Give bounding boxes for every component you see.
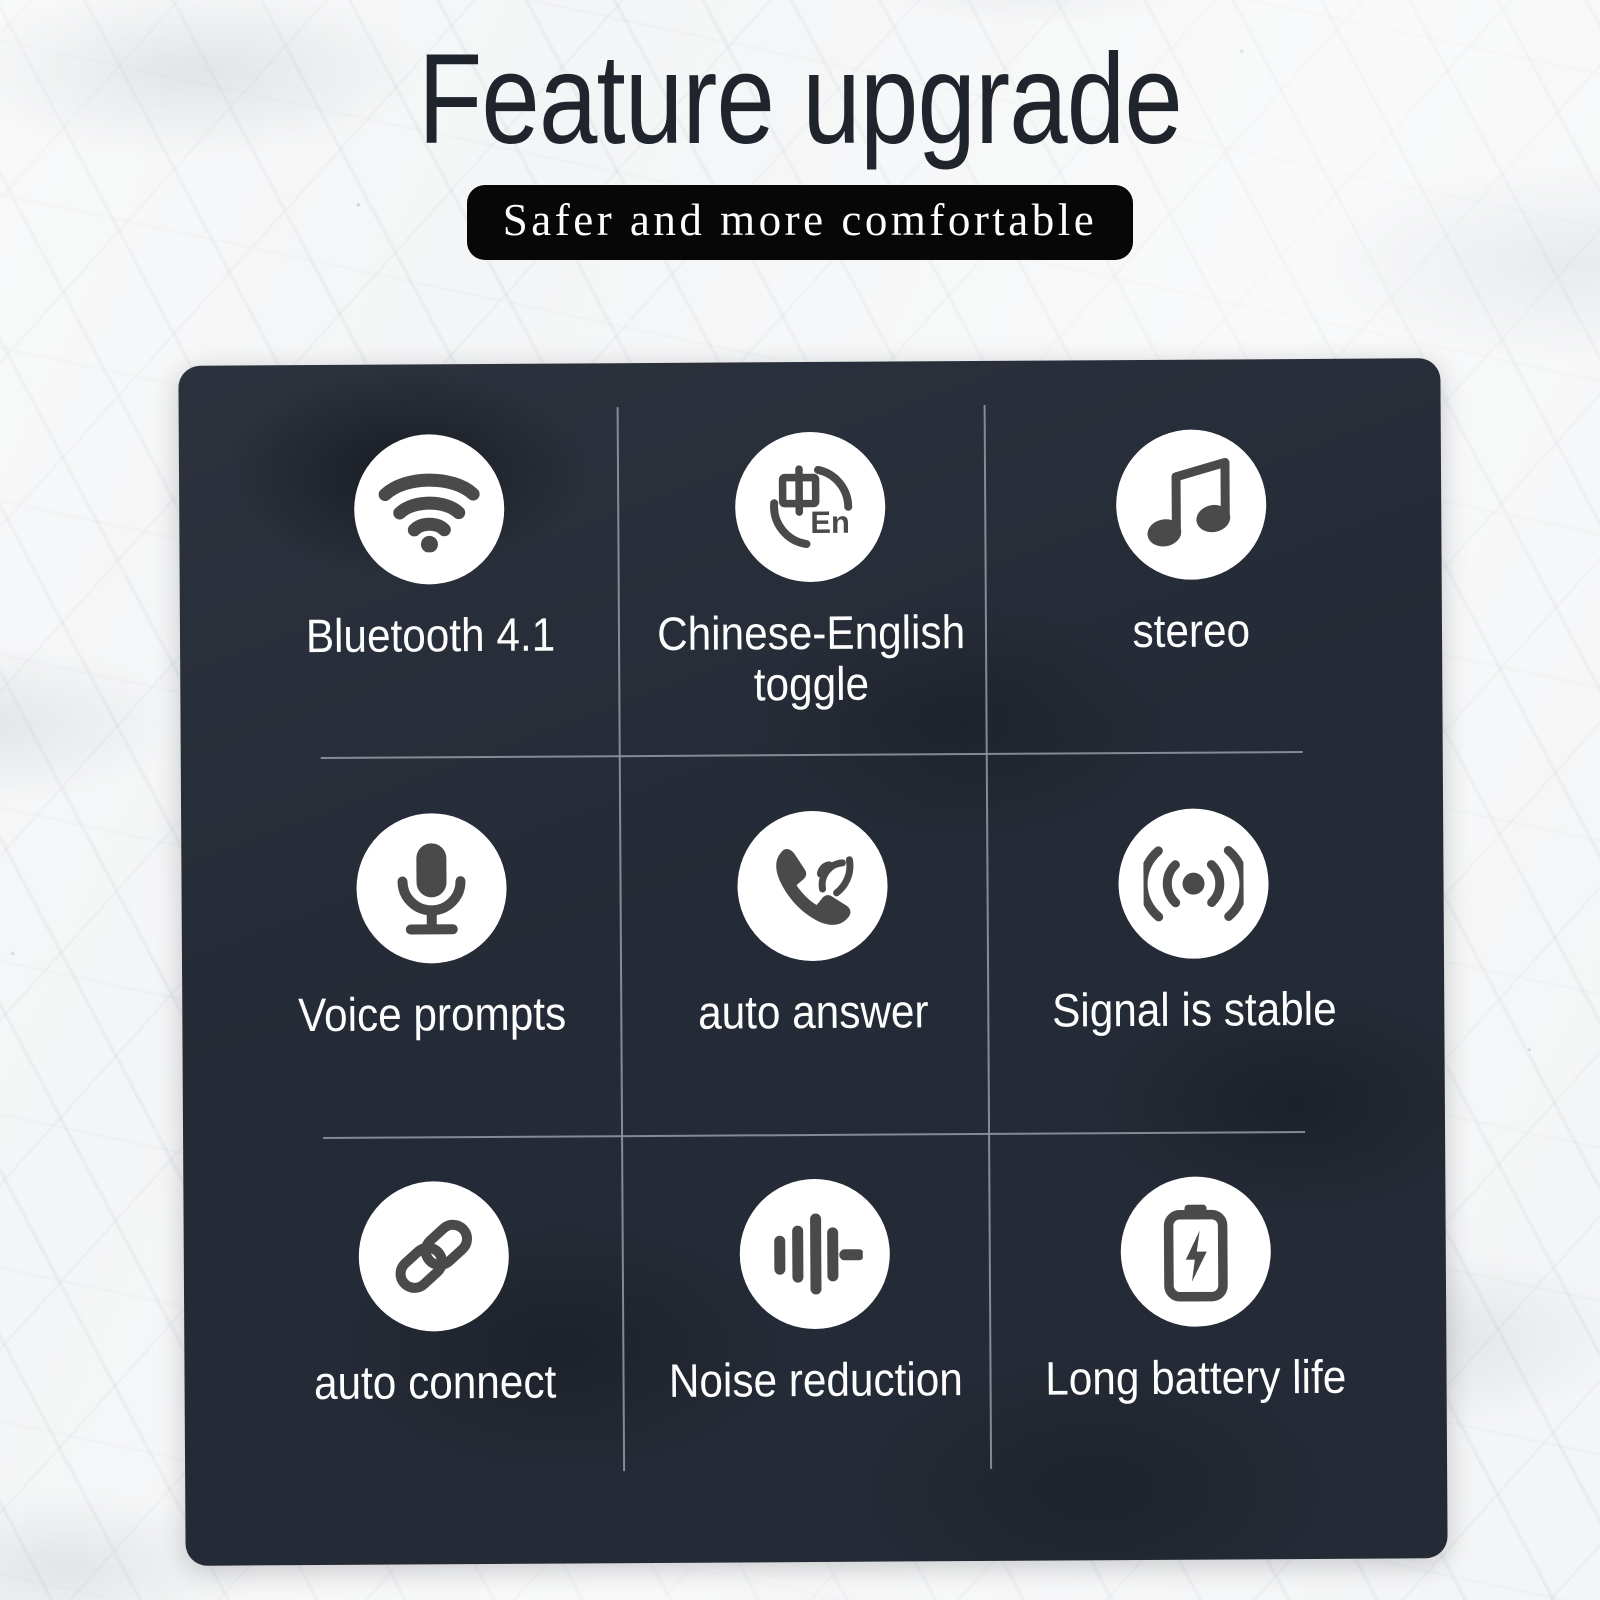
feature-item-language-toggle[interactable]: En Chinese-English toggle	[619, 403, 1002, 776]
feature-label: Chinese-English toggle	[656, 605, 966, 711]
svg-text:En: En	[810, 505, 850, 540]
microphone-icon	[356, 812, 508, 964]
feature-item-voice-prompts[interactable]: Voice prompts	[241, 776, 624, 1149]
battery-charging-icon	[1119, 1176, 1271, 1328]
feature-label: Long battery life	[1045, 1350, 1347, 1405]
signal-broadcast-icon	[1117, 807, 1269, 959]
feature-card: Bluetooth 4.1 En Chinese-English toggle …	[178, 358, 1448, 1566]
feature-item-auto-answer[interactable]: auto answer	[622, 773, 1005, 1146]
feature-item-signal-stable[interactable]: Signal is stable	[1002, 771, 1385, 1144]
page-title: Feature upgrade	[418, 28, 1183, 171]
header: Feature upgrade Safer and more comfortab…	[0, 0, 1600, 261]
feature-item-bluetooth[interactable]: Bluetooth 4.1	[239, 405, 622, 778]
feature-item-stereo[interactable]: stereo	[1000, 401, 1383, 774]
music-note-icon	[1115, 429, 1267, 581]
feature-label: Voice prompts	[298, 986, 567, 1041]
phone-call-icon	[737, 810, 888, 962]
feature-label: Bluetooth 4.1	[305, 607, 556, 663]
language-toggle-icon: En	[734, 431, 886, 583]
feature-label: Noise reduction	[668, 1352, 963, 1408]
subtitle-badge: Safer and more comfortable	[466, 185, 1134, 261]
subtitle-text: Safer and more comfortable	[502, 195, 1098, 246]
feature-label: auto connect	[313, 1354, 557, 1410]
feature-label: stereo	[1132, 603, 1251, 658]
feature-item-noise-reduction[interactable]: Noise reduction	[624, 1144, 1007, 1517]
feature-grid: Bluetooth 4.1 En Chinese-English toggle …	[178, 358, 1447, 1566]
feature-label: Signal is stable	[1051, 981, 1337, 1037]
feature-label: auto answer	[697, 983, 929, 1039]
wifi-icon	[354, 433, 506, 585]
feature-item-battery[interactable]: Long battery life	[1004, 1142, 1387, 1515]
chain-link-icon	[358, 1181, 510, 1333]
feature-item-auto-connect[interactable]: auto connect	[243, 1146, 626, 1519]
noise-waveform-icon	[739, 1178, 891, 1330]
